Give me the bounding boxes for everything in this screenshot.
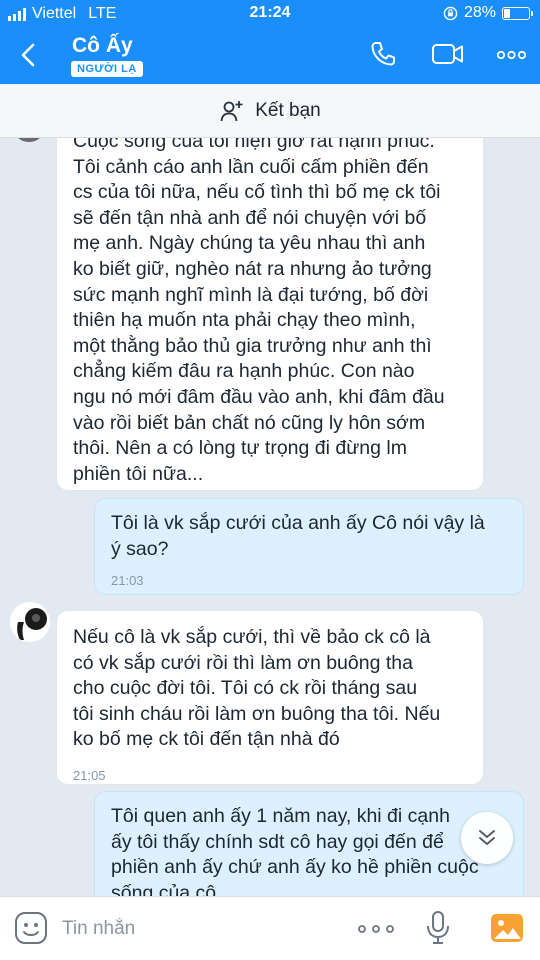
add-friend-button[interactable]: Kết bạn xyxy=(0,84,540,138)
message-text: Tôi quen anh ấy 1 năm nay, khi đi cạnh ấy… xyxy=(111,805,479,896)
back-arrow-icon xyxy=(21,43,35,67)
emoji-icon xyxy=(15,912,47,944)
chevron-down-icon xyxy=(479,830,495,845)
message-time: 21:05 xyxy=(73,767,106,783)
more-dots-icon xyxy=(496,50,527,60)
contact-name[interactable]: Cô Ấy xyxy=(72,34,133,58)
phone-icon xyxy=(371,42,395,66)
avatar-image xyxy=(10,602,50,642)
stranger-badge: NGƯỜI LẠ xyxy=(71,61,143,77)
send-image-button[interactable] xyxy=(490,911,524,950)
message-bubble-outgoing[interactable]: Tôi là vk sắp cưới của anh ấy Cô nói vậy… xyxy=(94,498,524,595)
add-user-icon xyxy=(220,100,243,121)
add-friend-label: Kết bạn xyxy=(255,99,321,121)
status-bar: Viettel LTE 21:24 28% xyxy=(0,0,540,28)
battery-icon xyxy=(502,6,533,20)
message-input-bar xyxy=(0,896,540,960)
scroll-to-bottom-button[interactable] xyxy=(461,812,513,864)
voice-message-button[interactable] xyxy=(424,910,452,951)
message-bubble-outgoing[interactable]: Tôi quen anh ấy 1 năm nay, khi đi cạnh ấy… xyxy=(94,791,524,896)
microphone-icon xyxy=(427,911,449,944)
message-input[interactable] xyxy=(62,915,342,943)
more-options-button[interactable] xyxy=(494,38,530,70)
rotation-lock-icon xyxy=(443,6,458,20)
chat-header: Cô Ấy NGƯỜI LẠ xyxy=(0,28,540,84)
battery-percent: 28% xyxy=(463,4,496,21)
avatar-top xyxy=(14,138,44,142)
message-text: Cuộc sống của tôi hiện giờ rất hạnh phúc… xyxy=(73,138,445,485)
message-text: Nếu cô là vk sắp cưới, thì về bảo ck cô … xyxy=(73,626,441,751)
image-icon xyxy=(491,914,523,942)
video-call-button[interactable] xyxy=(430,38,466,70)
message-bubble-incoming[interactable]: Cuộc sống của tôi hiện giờ rất hạnh phúc… xyxy=(56,138,484,491)
message-text: Tôi là vk sắp cưới của anh ấy Cô nói vậy… xyxy=(111,512,485,560)
sticker-button[interactable] xyxy=(14,911,48,950)
video-camera-icon xyxy=(432,44,463,64)
chat-area[interactable]: Cuộc sống của tôi hiện giờ rất hạnh phúc… xyxy=(0,138,540,896)
message-time: 21:03 xyxy=(111,573,144,589)
more-input-options-button[interactable] xyxy=(356,915,396,948)
message-bubble-incoming[interactable]: Nếu cô là vk sắp cưới, thì về bảo ck cô … xyxy=(56,610,484,785)
back-button[interactable] xyxy=(14,40,44,70)
battery-info: 28% xyxy=(443,4,533,22)
contact-avatar[interactable] xyxy=(10,602,50,642)
call-button[interactable] xyxy=(367,38,403,70)
more-dots-icon xyxy=(358,925,394,933)
